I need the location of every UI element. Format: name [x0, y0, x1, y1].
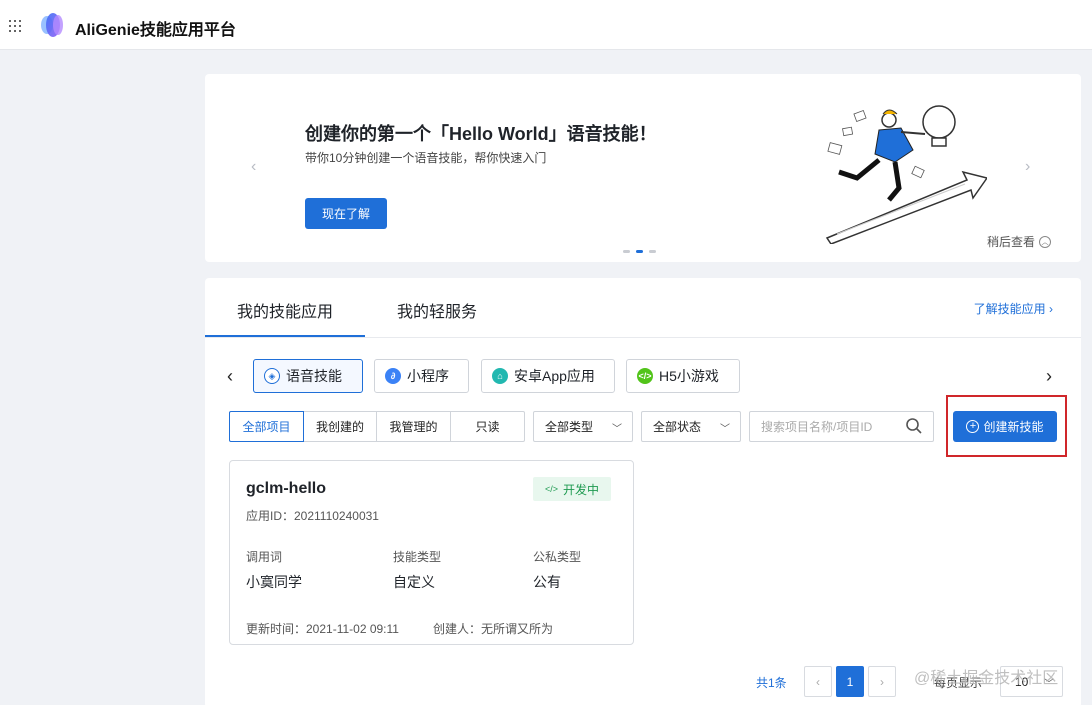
status-badge: </> 开发中 [533, 477, 612, 501]
chevron-down-icon: ﹀ [720, 424, 730, 435]
creator: 创建人：无所谓又所为 [433, 622, 554, 636]
category-h5-game[interactable]: </> H5小游戏 [626, 359, 740, 393]
category-label: 小程序 [407, 368, 449, 384]
privacy-type-value: 公有 [533, 574, 561, 590]
ownership-filter: 全部项目 我创建的 我管理的 只读 [229, 411, 525, 442]
android-icon: ⌂ [492, 368, 508, 384]
page-size-value: 10 [1015, 674, 1029, 689]
app-grid-icon[interactable] [9, 20, 21, 32]
top-bar: AliGenie技能应用平台 [0, 0, 1092, 50]
carousel-dot[interactable] [623, 250, 630, 253]
cube-icon: ◈ [264, 368, 280, 384]
banner-next-icon[interactable]: › [1025, 158, 1030, 176]
view-later-link[interactable]: 稍后查看 ︿ [987, 233, 1052, 250]
carousel-dot[interactable] [649, 250, 656, 253]
category-next-icon[interactable]: › [1046, 366, 1052, 387]
category-label: 安卓App应用 [514, 368, 595, 384]
learn-now-button[interactable]: 现在了解 [305, 198, 387, 229]
hero-illustration [825, 105, 987, 244]
type-select-value: 全部类型 [545, 420, 594, 434]
skill-id: 应用ID：2021110240031 [246, 509, 379, 523]
status-select-value: 全部状态 [653, 420, 702, 434]
mini-program-icon: ∂ [385, 368, 401, 384]
skill-name: gclm-hello [246, 480, 327, 497]
status-select[interactable]: 全部状态 ﹀ [641, 411, 741, 442]
page-size-select[interactable]: 10 ﹀ [1000, 666, 1063, 697]
category-prev-icon[interactable]: ‹ [227, 366, 233, 387]
type-select[interactable]: 全部类型 ﹀ [533, 411, 633, 442]
skill-type-value: 自定义 [393, 574, 435, 590]
category-label: 语音技能 [286, 368, 342, 384]
filter-created-by-me[interactable]: 我创建的 [303, 411, 377, 442]
category-android-app[interactable]: ⌂ 安卓App应用 [481, 359, 615, 393]
total-count: 共1条 [756, 676, 787, 690]
learn-skills-link[interactable]: 了解技能应用 › [974, 300, 1053, 317]
skill-type-label: 技能类型 [393, 550, 442, 564]
filter-read-only[interactable]: 只读 [450, 411, 525, 442]
tab-bar: 我的技能应用 我的轻服务 了解技能应用 › [205, 278, 1081, 338]
aligenie-logo [41, 13, 63, 37]
filter-all-projects[interactable]: 全部项目 [229, 411, 304, 442]
view-later-label: 稍后查看 [987, 235, 1036, 249]
code-icon: </> [637, 368, 653, 384]
chevron-down-icon: ﹀ [612, 424, 622, 435]
plus-circle-icon: + [966, 420, 980, 433]
carousel-dots [623, 250, 656, 253]
page-number-button[interactable]: 1 [836, 666, 864, 697]
invoke-word-label: 调用词 [246, 550, 283, 564]
tab-my-skills[interactable]: 我的技能应用 [237, 298, 333, 322]
page-prev-button[interactable]: ‹ [804, 666, 832, 697]
skill-card[interactable]: gclm-hello </> 开发中 应用ID：2021110240031 调用… [229, 460, 634, 645]
search-icon[interactable] [905, 417, 923, 435]
code-icon: </> [545, 484, 559, 494]
app-title: AliGenie技能应用平台 [75, 22, 236, 39]
collapse-up-icon: ︿ [1039, 235, 1052, 248]
create-skill-label: 创建新技能 [983, 420, 1044, 434]
carousel-dot-active[interactable] [636, 250, 643, 253]
create-skill-button[interactable]: + 创建新技能 [953, 411, 1057, 442]
privacy-type-label: 公私类型 [533, 550, 582, 564]
page-next-button[interactable]: › [868, 666, 896, 697]
banner-title: 创建你的第一个「Hello World」语音技能！ [305, 124, 657, 144]
invoke-word-value: 小寞同学 [246, 574, 302, 590]
filter-managed-by-me[interactable]: 我管理的 [376, 411, 451, 442]
category-mini-program[interactable]: ∂ 小程序 [374, 359, 469, 393]
updated-time: 更新时间：2021-11-02 09:11 [246, 622, 399, 636]
active-tab-indicator [205, 335, 365, 337]
category-label: H5小游戏 [659, 368, 719, 384]
banner-subtitle: 带你10分钟创建一个语音技能，帮你快速入门 [305, 151, 547, 165]
banner: ‹ 创建你的第一个「Hello World」语音技能！ 带你10分钟创建一个语音… [205, 74, 1081, 262]
status-label: 开发中 [563, 482, 600, 497]
skills-panel: 我的技能应用 我的轻服务 了解技能应用 › ‹ ◈ 语音技能 ∂ 小程序 ⌂ 安… [205, 278, 1081, 705]
per-page-label: 每页显示 [934, 676, 983, 690]
tab-light-services[interactable]: 我的轻服务 [397, 298, 477, 322]
category-voice-skill[interactable]: ◈ 语音技能 [253, 359, 363, 393]
chevron-down-icon: ﹀ [1044, 679, 1054, 690]
banner-prev-icon[interactable]: ‹ [251, 158, 256, 176]
